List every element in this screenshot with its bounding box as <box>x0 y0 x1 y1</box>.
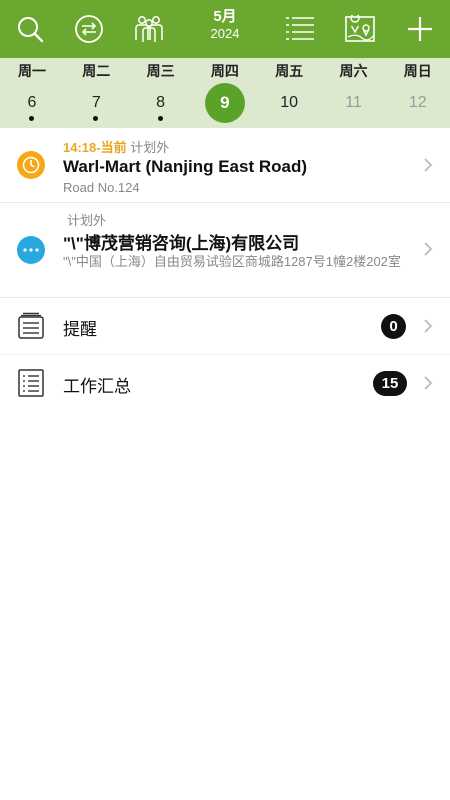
weekday-label: 周三 <box>146 63 175 79</box>
weekday-label: 周日 <box>403 63 432 79</box>
weekday-label: 周五 <box>275 63 304 79</box>
day-6[interactable]: 周一 6 <box>0 58 64 128</box>
reminder-icon <box>18 312 44 339</box>
day-11[interactable]: 周六 11 <box>322 58 386 128</box>
month-selector[interactable]: 5月 2024 <box>188 8 262 42</box>
visit-title: Warl-Mart (Nanjing East Road) <box>63 157 307 176</box>
visit-meta: 计划外 <box>67 210 106 229</box>
reminder-label: 提醒 <box>63 320 97 339</box>
today-date: 9 <box>204 83 245 123</box>
team-button[interactable] <box>119 0 179 58</box>
chevron-right-icon <box>424 158 433 172</box>
reminder-row[interactable]: 提醒 0 <box>0 298 450 355</box>
week-strip: 周一 6 周二 7 周三 8 周四 9 周五 10 周六 11 周日 12 <box>0 58 450 128</box>
month-label: 5月 <box>213 8 237 25</box>
visit-address: Road No.124 <box>63 180 140 195</box>
year-label: 2024 <box>210 26 240 41</box>
search-button[interactable] <box>0 0 60 58</box>
visit-tag: 计划外 <box>130 140 170 155</box>
list-view-button[interactable] <box>270 0 330 58</box>
add-button[interactable] <box>390 0 450 58</box>
day-9[interactable]: 周四 9 <box>193 58 257 128</box>
sync-icon <box>75 15 103 43</box>
weekday-label: 周一 <box>18 63 46 79</box>
visit-meta: 14:18-当前 计划外 <box>63 137 169 156</box>
top-bar: 5月 2024 <box>0 0 450 58</box>
clock-icon <box>17 151 45 179</box>
chevron-right-icon <box>424 376 433 390</box>
reminder-count-badge: 0 <box>381 314 406 339</box>
day-10[interactable]: 周五 10 <box>257 58 321 128</box>
work-summary-label: 工作汇总 <box>63 377 131 396</box>
day-7[interactable]: 周二 7 <box>64 58 128 128</box>
map-icon <box>345 15 375 42</box>
visit-item[interactable]: 计划外 "\"博茂营销咨询(上海)有限公司 "\"中国（上海）自由贸易试验区商城… <box>0 203 450 298</box>
visit-indicator-dot <box>29 116 34 121</box>
checklist-icon <box>18 369 44 397</box>
weekday-label: 周四 <box>210 63 239 79</box>
weekday-label: 周二 <box>82 63 111 79</box>
visit-item[interactable]: 14:18-当前 计划外 Warl-Mart (Nanjing East Roa… <box>0 129 450 203</box>
day-8[interactable]: 周三 8 <box>129 58 193 128</box>
more-icon <box>17 236 45 264</box>
work-summary-row[interactable]: 工作汇总 15 <box>0 355 450 411</box>
add-icon <box>408 17 432 41</box>
weekday-label: 周六 <box>339 63 368 79</box>
visit-address: "\"中国（上海）自由贸易试验区商城路1287号1幢2楼202室 <box>63 254 401 269</box>
date-number: 11 <box>345 94 362 111</box>
work-summary-count-badge: 15 <box>373 371 407 396</box>
map-view-button[interactable] <box>330 0 390 58</box>
search-icon <box>18 17 44 43</box>
team-icon <box>135 16 163 42</box>
chevron-right-icon <box>424 242 433 256</box>
day-12[interactable]: 周日 12 <box>386 58 450 128</box>
list-icon <box>286 17 314 40</box>
date-number: 10 <box>280 94 299 111</box>
visit-title: "\"博茂营销咨询(上海)有限公司 <box>63 234 300 253</box>
visit-tag: 计划外 <box>67 213 107 228</box>
visit-indicator-dot <box>157 116 163 121</box>
visit-time: 14:18-当前 <box>63 140 127 155</box>
date-number: 12 <box>408 94 427 111</box>
sync-button[interactable] <box>59 0 119 58</box>
chevron-right-icon <box>424 319 433 333</box>
